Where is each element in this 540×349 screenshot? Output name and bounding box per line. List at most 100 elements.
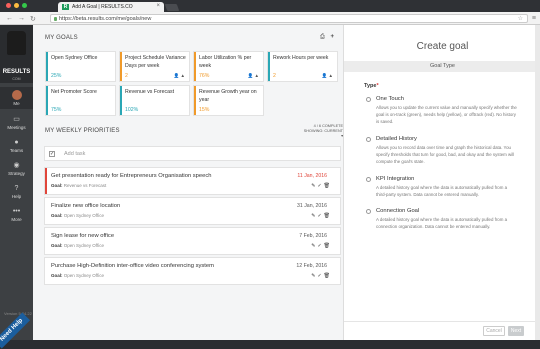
delete-icon[interactable]: 🗑: [324, 183, 332, 189]
scrollbar[interactable]: [535, 25, 540, 340]
task-row[interactable]: Purchase High-Definition inter-office vi…: [44, 257, 341, 285]
print-icon[interactable]: ⎙: [320, 34, 325, 40]
cancel-button[interactable]: Cancel: [483, 326, 505, 336]
forward-icon[interactable]: →: [18, 15, 25, 22]
address-toolbar: ← → ↻ https://beta.results.com/me/goals/…: [0, 12, 540, 25]
goal-card[interactable]: Revenue vs Forecast 102%: [119, 85, 190, 116]
task-actions: ✎✓🗑: [311, 273, 332, 279]
close-window-button[interactable]: [6, 3, 11, 8]
task-title: Get presentation ready for Entrepreneurs…: [51, 173, 212, 179]
add-goal-icon[interactable]: +: [330, 34, 334, 40]
new-tab-button[interactable]: [164, 4, 180, 11]
sidebar-item-label: Strategy: [8, 171, 25, 176]
back-icon[interactable]: ←: [6, 15, 13, 22]
chart-icon[interactable]: ▲: [329, 73, 334, 78]
goal-actions: 👤▲: [174, 73, 186, 79]
goal-label: Goal:: [51, 213, 63, 218]
sidebar-item-label: More: [11, 217, 22, 222]
logo-bust-icon: [7, 31, 26, 55]
need-help-button[interactable]: Need Help: [0, 312, 31, 349]
results-logo[interactable]: RESULTS COM: [0, 25, 33, 83]
goal-progress: 76%: [199, 73, 210, 79]
option-description: Allows you to update the current value a…: [376, 105, 517, 124]
address-input[interactable]: https://beta.results.com/me/goals/new ☆: [50, 14, 528, 23]
goal-card[interactable]: Open Sydney Office 25%: [45, 51, 116, 82]
goal-card[interactable]: Labor Utilization % per week 76% 👤▲: [193, 51, 264, 82]
chart-icon[interactable]: ▲: [181, 73, 186, 78]
task-goal: Goal: Open Sydney Office: [51, 213, 104, 218]
maximize-window-button[interactable]: [22, 3, 27, 8]
goal-title: Open Sydney Office: [51, 55, 98, 61]
task-actions: ✎✓🗑: [311, 243, 332, 249]
showing-filter[interactable]: SHOWING: CURRENT ▾: [301, 129, 343, 139]
task-goal-name[interactable]: Revenue vs Forecast: [64, 183, 107, 188]
tab-close-icon[interactable]: ×: [156, 3, 160, 9]
task-row[interactable]: Get presentation ready for Entrepreneurs…: [44, 167, 341, 195]
strategy-icon: ◉: [13, 162, 20, 169]
sidebar-item-meetings[interactable]: ▭ Meetings: [0, 113, 33, 135]
task-due-date: 7 Feb, 2016: [299, 233, 327, 239]
minimize-window-button[interactable]: [14, 3, 19, 8]
sidebar-item-me[interactable]: Me: [0, 87, 33, 109]
browser-menu-icon[interactable]: ≡: [532, 15, 536, 22]
delete-icon[interactable]: 🗑: [324, 273, 332, 279]
goal-title: Labor Utilization % per week: [199, 55, 252, 69]
goal-progress: 2: [273, 73, 276, 79]
goal-card[interactable]: Net Promoter Score 75%: [45, 85, 116, 116]
sidebar-item-help[interactable]: ? Help: [0, 182, 33, 204]
user-icon[interactable]: 👤: [322, 73, 329, 78]
goal-progress: 75%: [51, 107, 62, 113]
sidebar-item-strategy[interactable]: ◉ Strategy: [0, 159, 33, 181]
add-task-input[interactable]: Add task: [64, 151, 85, 157]
goal-card[interactable]: Project Schedule Variance Days per week …: [119, 51, 190, 82]
task-goal-name[interactable]: Open Sydney Office: [64, 243, 104, 248]
goal-card[interactable]: Revenue Growth year on year 15%: [193, 85, 264, 116]
option-title: Detailed History: [376, 136, 417, 142]
task-goal-name[interactable]: Open Sydney Office: [64, 273, 104, 278]
goal-title: Revenue Growth year on year: [199, 89, 257, 103]
next-button[interactable]: Next: [508, 326, 524, 336]
teams-icon: ●: [14, 139, 19, 146]
option-description: A detailed history goal where the data i…: [376, 217, 508, 229]
avatar: [11, 90, 22, 100]
task-row[interactable]: Sign lease for new office 7 Feb, 2016 Go…: [44, 227, 341, 255]
task-goal-name[interactable]: Open Sydney Office: [64, 213, 104, 218]
goal-progress: 102%: [125, 107, 139, 113]
radio-button[interactable]: [366, 209, 371, 214]
chart-icon[interactable]: ▲: [255, 73, 260, 78]
goal-progress: 15%: [199, 107, 210, 113]
browser-tab[interactable]: R Add A Goal | RESULTS.CO ×: [58, 2, 164, 12]
radio-button[interactable]: [366, 177, 371, 182]
option-title: Connection Goal: [376, 208, 420, 214]
goal-label: Goal:: [51, 183, 63, 188]
create-goal-panel: Create goal Goal Type Type* One Touch Al…: [343, 25, 540, 340]
goal-status-bar: [120, 52, 122, 81]
goal-card[interactable]: Rework Hours per week 2 👤▲: [267, 51, 338, 82]
task-actions: ✎✓🗑: [311, 183, 332, 189]
sidebar-item-label: Teams: [9, 148, 24, 153]
goal-title: Revenue vs Forecast: [125, 89, 175, 95]
user-icon[interactable]: 👤: [248, 73, 255, 78]
task-row[interactable]: Finalize new office location 31 Jan, 201…: [44, 197, 341, 225]
user-icon[interactable]: 👤: [174, 73, 181, 78]
radio-button[interactable]: [366, 97, 371, 102]
add-task-row[interactable]: ✓ Add task: [44, 146, 341, 161]
help-icon: ?: [14, 185, 19, 192]
window-controls: [6, 3, 27, 8]
sidebar-item-teams[interactable]: ● Teams: [0, 136, 33, 158]
panel-title: Create goal: [416, 41, 469, 52]
delete-icon[interactable]: 🗑: [324, 243, 332, 249]
delete-icon[interactable]: 🗑: [324, 213, 332, 219]
required-marker: *: [376, 83, 379, 89]
bookmark-star-icon[interactable]: ☆: [518, 15, 523, 22]
goal-label: Goal:: [51, 273, 63, 278]
task-status-bar: [45, 168, 47, 194]
panel-footer: Cancel Next: [344, 321, 540, 340]
goal-status-bar: [46, 52, 48, 81]
task-due-date: 12 Feb, 2016: [296, 263, 327, 269]
more-icon: •••: [12, 208, 21, 215]
radio-button[interactable]: [366, 137, 371, 142]
sidebar-item-more[interactable]: ••• More: [0, 205, 33, 227]
reload-icon[interactable]: ↻: [30, 15, 36, 23]
type-label: Type*: [364, 83, 379, 89]
